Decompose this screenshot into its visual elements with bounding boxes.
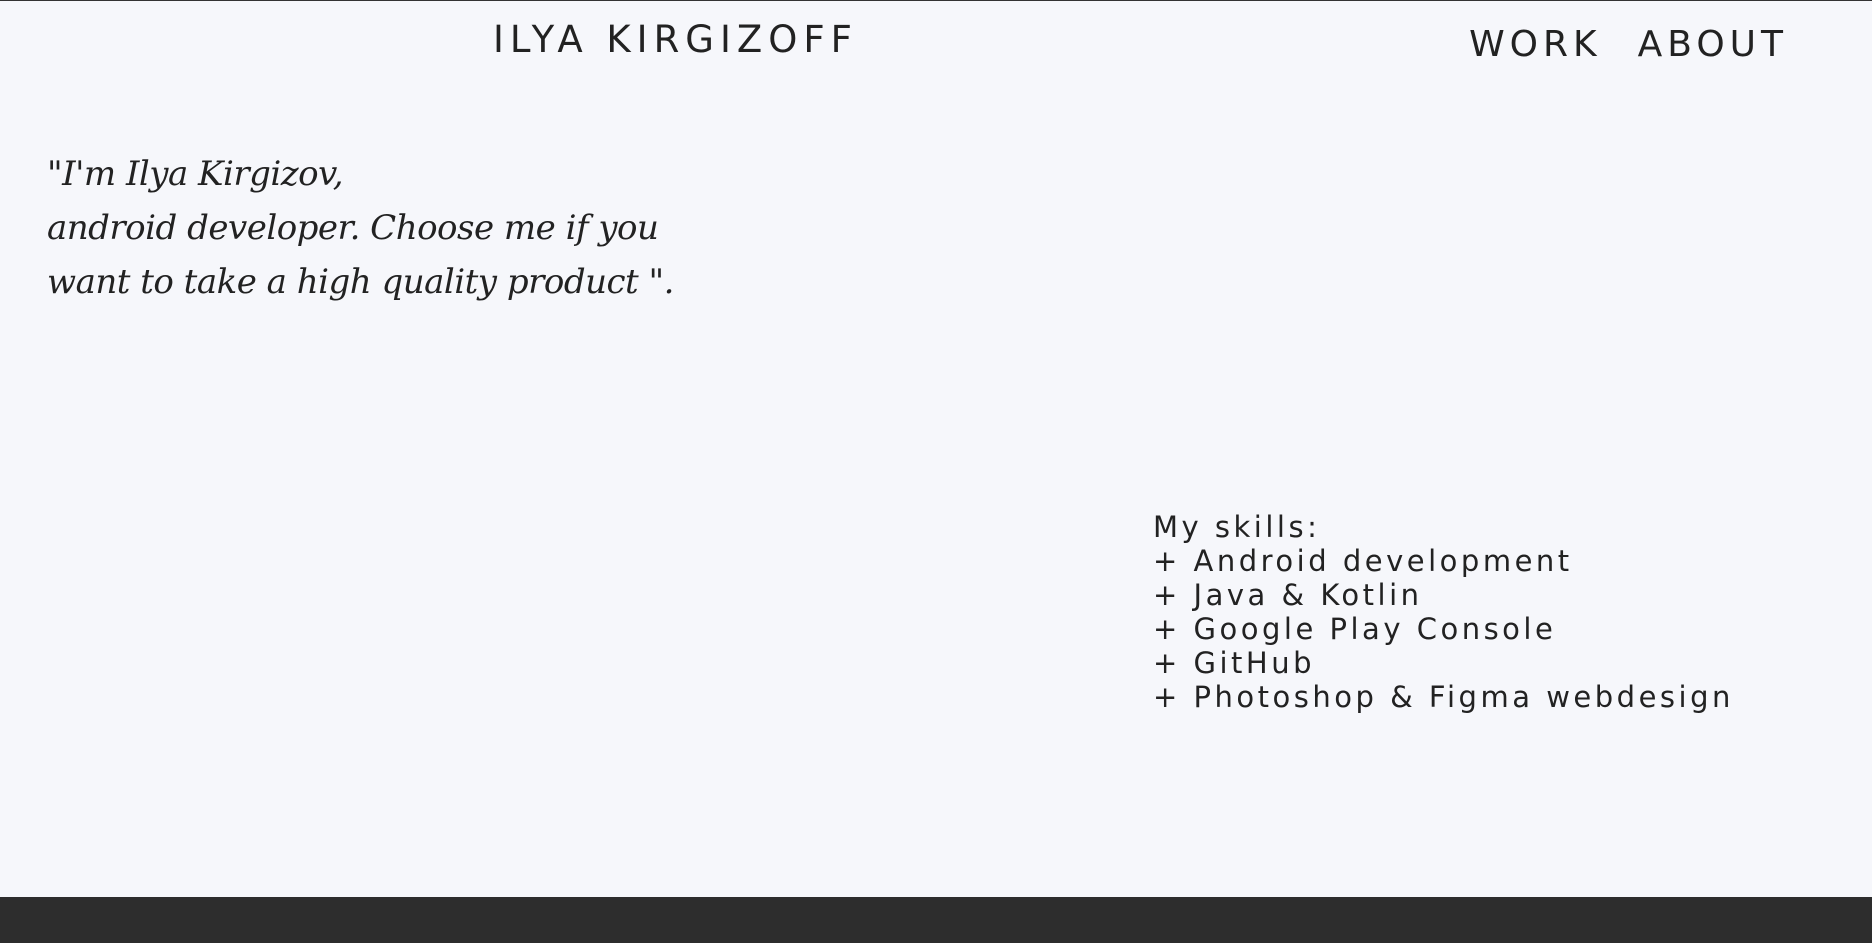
intro-quote: "I'm Ilya Kirgizov, android developer. C… bbox=[47, 147, 687, 309]
skills-heading: My skills: bbox=[1153, 510, 1321, 544]
intro-quote-line: want to take a high quality product ". bbox=[47, 262, 674, 302]
skill-item: + Photoshop & Figma webdesign bbox=[1153, 680, 1734, 714]
skill-item: + Android development bbox=[1153, 544, 1573, 578]
skill-item: + GitHub bbox=[1153, 646, 1316, 680]
skill-item: + Google Play Console bbox=[1153, 612, 1557, 646]
site-title[interactable]: ILYA KIRGIZOFF bbox=[493, 17, 858, 63]
intro-quote-line: android developer. Choose me if you bbox=[47, 208, 659, 248]
top-border bbox=[0, 0, 1872, 1]
main-nav: WORK ABOUT bbox=[1469, 22, 1788, 68]
nav-about-link[interactable]: ABOUT bbox=[1638, 22, 1788, 68]
nav-work-link[interactable]: WORK bbox=[1469, 22, 1602, 68]
skills-list: My skills: + Android development + Java … bbox=[1153, 510, 1734, 714]
footer-band bbox=[0, 897, 1872, 943]
intro-quote-line: "I'm Ilya Kirgizov, bbox=[47, 154, 344, 194]
skill-item: + Java & Kotlin bbox=[1153, 578, 1423, 612]
